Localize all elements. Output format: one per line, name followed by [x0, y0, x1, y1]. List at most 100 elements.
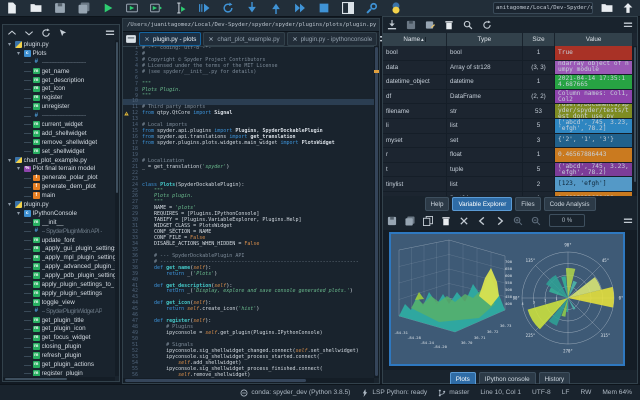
- close-all-plots-icon[interactable]: [459, 216, 469, 226]
- outline-item[interactable]: ▾chart_plot_example.py: [3, 156, 115, 165]
- outline-item[interactable]: m_apply_mpl_plugin_setting: [3, 253, 115, 262]
- outline-item[interactable]: ▾cIPythonConsole: [3, 209, 115, 218]
- step-into-icon[interactable]: [246, 2, 258, 14]
- outline-item[interactable]: mapply_plugin_settings: [3, 289, 115, 298]
- outline-item[interactable]: m_apply_advanced_plugin_s: [3, 262, 115, 271]
- variable-row[interactable]: xfloat6411.1235123669438: [383, 192, 633, 196]
- restart-kernel-icon[interactable]: [222, 2, 234, 14]
- open-folder-icon[interactable]: [30, 2, 42, 14]
- pane-menu-icon[interactable]: [105, 28, 115, 38]
- outline-item[interactable]: mget_plugin_actions: [3, 360, 115, 369]
- variable-row[interactable]: dataArray of str128(3, 3)ndarray object …: [383, 61, 633, 76]
- outline-item[interactable]: mget_focus_widget: [3, 333, 115, 342]
- variable-row[interactable]: datetime_objectdatetime12021-04-14 17:35…: [383, 75, 633, 90]
- variable-row[interactable]: dfDataFrame(2, 2)Column names: Col1, Col…: [383, 90, 633, 105]
- current-figure[interactable]: -84.31-84.28-84.24-84.2036.7036.7136.723…: [389, 232, 625, 366]
- run-selection-icon[interactable]: [174, 2, 186, 14]
- variable-row[interactable]: boolbool1True: [383, 46, 633, 61]
- editor-tab[interactable]: plugin.py - plots: [139, 32, 201, 46]
- run-icon[interactable]: [102, 2, 114, 14]
- previous-plot-icon[interactable]: [477, 216, 487, 226]
- save-all-icon[interactable]: [78, 2, 90, 14]
- outline-horizontal-scrollbar[interactable]: [3, 377, 115, 381]
- outline-item[interactable]: fmain: [3, 191, 115, 200]
- outline-item[interactable]: #-- SpyderPluginWidget AP: [3, 307, 115, 316]
- table-vertical-scrollbar[interactable]: [633, 46, 637, 196]
- editor-vertical-scrollbar[interactable]: [374, 46, 379, 378]
- outline-item[interactable]: m__init__: [3, 218, 115, 227]
- maximize-pane-icon[interactable]: [342, 2, 354, 14]
- save-all-plots-icon[interactable]: [405, 216, 415, 226]
- run-cell-icon[interactable]: [126, 2, 138, 14]
- tab-variable-explorer[interactable]: Variable Explorer: [452, 197, 512, 211]
- tab-help[interactable]: Help: [425, 197, 450, 211]
- next-plot-icon[interactable]: [495, 216, 505, 226]
- tab-files[interactable]: Files: [515, 197, 540, 211]
- close-tab-icon[interactable]: [292, 36, 298, 42]
- working-directory-selector[interactable]: anitagomez/Local/Dev-Spyder/spyder/spyde…: [493, 2, 593, 14]
- outline-item[interactable]: ▾cPlots: [3, 49, 115, 58]
- variable-row[interactable]: lilist5['abcd', 745, 3.23, 'efgh', 78.2]: [383, 119, 633, 134]
- outline-item[interactable]: mget_plugin_title: [3, 316, 115, 325]
- tab-code-analysis[interactable]: Code Analysis: [544, 197, 596, 211]
- outline-item[interactable]: ▾plugin.py: [3, 200, 115, 209]
- outline-item[interactable]: mcurrent_widget: [3, 120, 115, 129]
- outline-item[interactable]: fgenerate_polar_plot: [3, 173, 115, 182]
- chevron-down-icon[interactable]: ▾: [6, 157, 13, 164]
- outline-item[interactable]: mregister_plugin: [3, 369, 115, 376]
- pane-menu-icon[interactable]: [623, 216, 633, 226]
- close-tab-icon[interactable]: [144, 36, 150, 42]
- new-file-icon[interactable]: [6, 2, 18, 14]
- restore-original-icon[interactable]: [41, 28, 51, 38]
- variable-row[interactable]: mysetset3{'2', '1', '3'}: [383, 134, 633, 149]
- outline-item[interactable]: mget_plugin_icon: [3, 325, 115, 334]
- editor-tab[interactable]: plugin.py - ipythonconsole: [287, 32, 378, 46]
- outline-item[interactable]: m_apply_gui_plugin_settings: [3, 244, 115, 253]
- outline-item[interactable]: munregister: [3, 102, 115, 111]
- chevron-down-icon[interactable]: ▾: [6, 201, 13, 208]
- open-directory-icon[interactable]: [601, 2, 613, 14]
- variable-row[interactable]: ttuple5('abcd', 745, 3.23, 'efgh', 78.2): [383, 163, 633, 178]
- continue-execution-icon[interactable]: [294, 2, 306, 14]
- outline-item[interactable]: madd_shellwidget: [3, 129, 115, 138]
- remove-variable-icon[interactable]: [444, 20, 454, 30]
- browse-tabs-icon[interactable]: [125, 33, 137, 45]
- outline-item[interactable]: mremove_shellwidget: [3, 138, 115, 147]
- column-header-name[interactable]: Name ▲: [383, 33, 447, 46]
- outline-item[interactable]: mclosing_plugin: [3, 342, 115, 351]
- save-data-as-icon[interactable]: [425, 20, 435, 30]
- outline-item[interactable]: mtoggle_view: [3, 298, 115, 307]
- code-area[interactable]: 1# -*- coding: utf-8 -*-2#3# Copyright ©…: [123, 46, 374, 378]
- parent-directory-icon[interactable]: [622, 2, 634, 14]
- chevron-down-icon[interactable]: ▾: [15, 50, 22, 57]
- variable-row[interactable]: filenamestr53/Users/Documents/spyder/spy…: [383, 104, 633, 119]
- column-header-size[interactable]: Size: [523, 33, 555, 46]
- editor-horizontal-scrollbar[interactable]: [123, 378, 374, 383]
- refresh-variables-icon[interactable]: [482, 20, 492, 30]
- outline-item[interactable]: ▾plugin.py: [3, 40, 115, 49]
- outline-item[interactable]: mget_icon: [3, 84, 115, 93]
- chevron-down-icon[interactable]: ▾: [15, 165, 22, 172]
- search-variable-icon[interactable]: [463, 20, 473, 30]
- outline-item[interactable]: #-- SpyderPluginMixin API -: [3, 227, 115, 236]
- debug-run-icon[interactable]: [198, 2, 210, 14]
- variable-row[interactable]: tinylistlist2[123, 'efgh']: [383, 177, 633, 192]
- outline-item[interactable]: ▾%Plot final terrain model: [3, 164, 115, 173]
- outline-item[interactable]: mapply_plugin_settings_to_: [3, 280, 115, 289]
- outline-item[interactable]: mrefresh_plugin: [3, 351, 115, 360]
- copy-plot-icon[interactable]: [423, 216, 433, 226]
- zoom-out-icon[interactable]: [531, 216, 541, 226]
- preferences-icon[interactable]: [366, 2, 378, 14]
- column-header-value[interactable]: Value: [555, 33, 633, 46]
- pane-menu-icon[interactable]: [623, 20, 633, 30]
- step-return-icon[interactable]: [270, 2, 282, 14]
- outline-item[interactable]: fgenerate_dem_plot: [3, 182, 115, 191]
- editor-tab[interactable]: chart_plot_example.py: [203, 32, 284, 46]
- outline-item[interactable]: mset_shellwidget: [3, 147, 115, 156]
- chevron-down-icon[interactable]: ▾: [15, 210, 22, 217]
- outline-item[interactable]: #----------------------------: [3, 58, 115, 67]
- zoom-in-icon[interactable]: [513, 216, 523, 226]
- import-data-icon[interactable]: [387, 20, 397, 30]
- outline-vertical-scrollbar[interactable]: [115, 40, 119, 376]
- outline-item[interactable]: mget_name: [3, 67, 115, 76]
